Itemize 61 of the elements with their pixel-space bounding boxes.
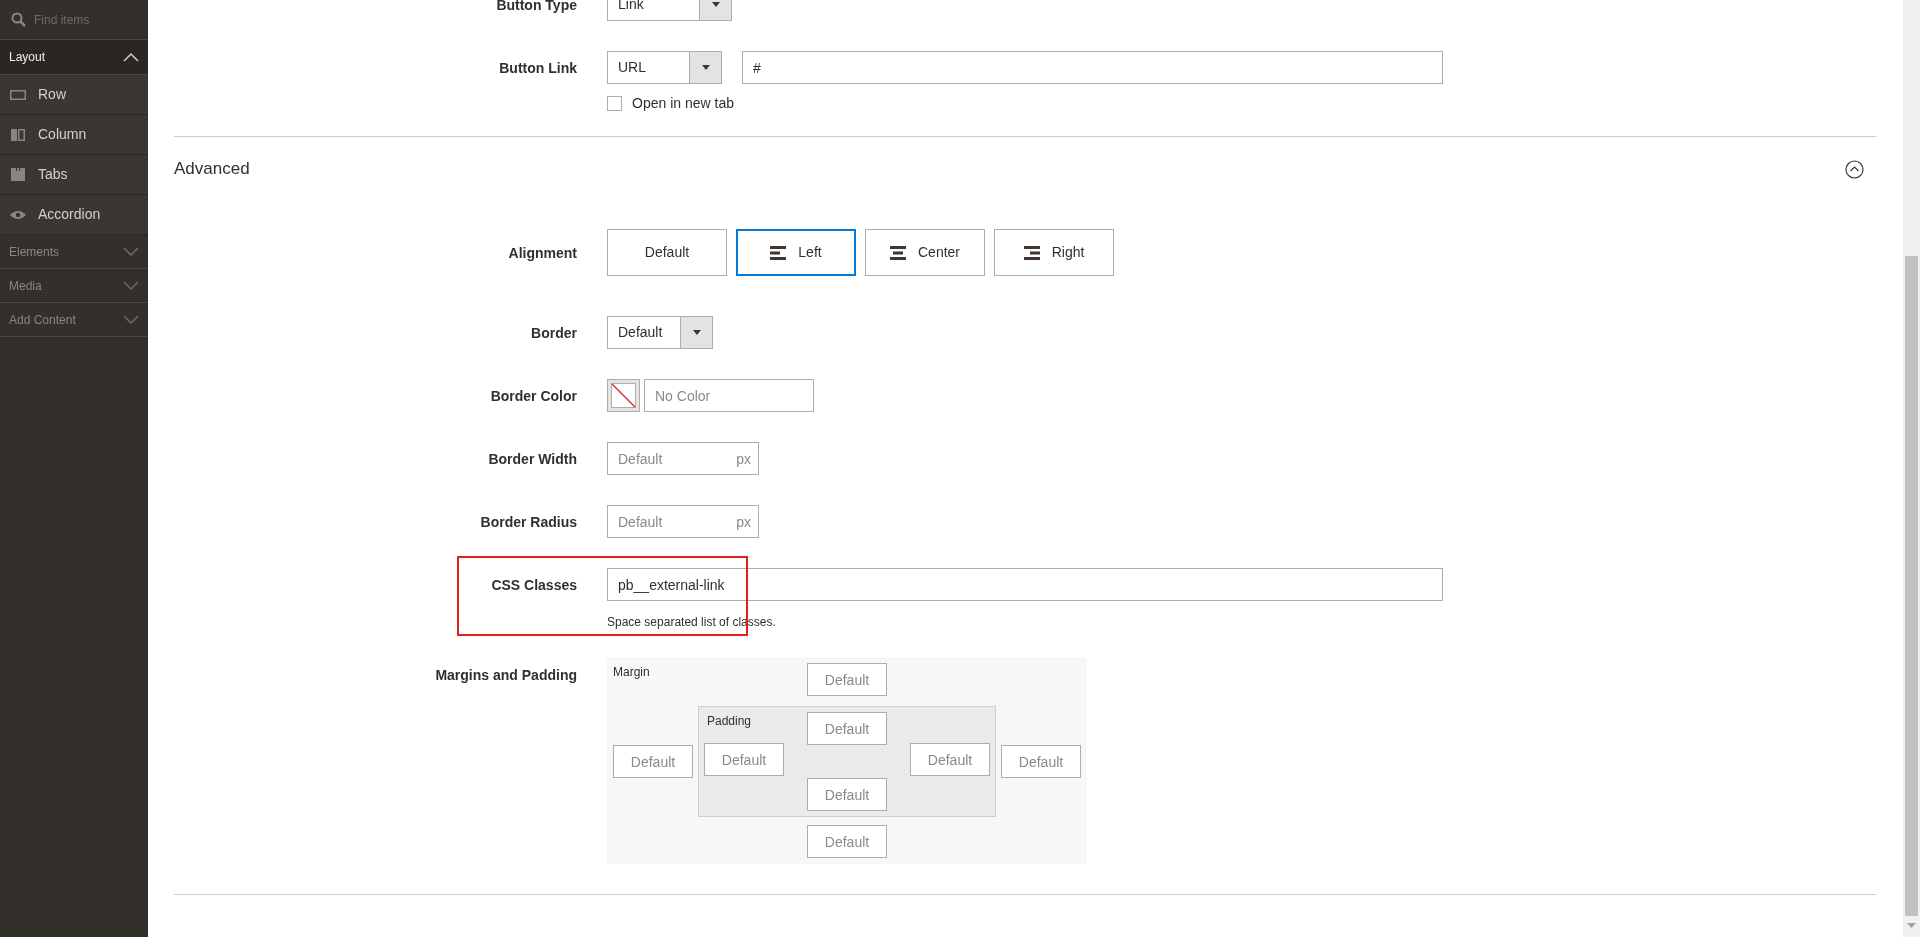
field-label: CSS Classes [491,576,577,593]
eye-icon [10,209,26,220]
chevron-down-icon [123,314,139,325]
field-label: Border Radius [480,513,577,530]
input-field[interactable]: Default [910,743,990,776]
sidebar-item[interactable]: Column [0,115,148,155]
margin-label: Margin [613,664,651,681]
unit-label: px [736,513,751,532]
sidebar-item[interactable]: Tabs [0,155,148,195]
scrollbar[interactable] [1903,0,1920,937]
input-field[interactable]: pb__external-link [607,568,1443,601]
section-title: Advanced [174,158,250,181]
input-field[interactable]: Default [613,745,693,778]
alignment-option[interactable]: Left [736,229,856,276]
sidebar-section-header[interactable]: Elements [0,235,148,269]
sidebar-section-header[interactable]: Add Content [0,303,148,337]
align-right-icon [1023,245,1040,260]
color-swatch[interactable] [607,379,640,412]
input-field[interactable]: Default [807,663,887,696]
select-dropdown[interactable]: URL [607,51,722,84]
caret-icon [711,2,720,7]
chevron-down-icon [123,280,139,291]
caret-icon [692,330,701,335]
padding-label: Padding [706,713,753,730]
input-field[interactable]: Default [1001,745,1081,778]
field-label: Alignment [508,245,577,261]
sidebar-section-header[interactable]: Layout [0,40,148,75]
field-label: Border Color [490,387,577,404]
checkbox[interactable] [607,96,622,111]
search-field[interactable]: Find items [34,10,134,29]
align-left-icon [770,245,787,260]
input-field[interactable]: Default [807,778,887,811]
input-field[interactable]: Default [807,825,887,858]
sidebar-item[interactable]: Row [0,75,148,115]
alignment-option[interactable]: Default [607,229,727,276]
input-field[interactable]: No Color [644,379,814,412]
field-label: Button Link [499,59,577,76]
rectangle-icon [10,89,26,100]
field-label: Border Width [488,450,577,467]
checkbox-label: Open in new tab [632,94,734,113]
alignment-option[interactable]: Center [865,229,985,276]
select-dropdown[interactable]: Default [607,316,713,349]
chevron-down-icon [123,246,139,257]
alignment-option[interactable]: Right [994,229,1114,276]
search-icon [11,12,26,27]
sidebar-item[interactable]: Accordion [0,195,148,235]
tabs-icon [11,168,25,181]
align-center-icon [890,245,906,260]
caret-icon [701,65,710,70]
input-field[interactable]: Default [704,743,784,776]
url-field[interactable]: # [742,51,1443,84]
chevron-up-icon [123,52,139,62]
input-field[interactable]: Default [807,712,887,745]
field-label: Button Type [496,0,577,13]
no-color-icon [611,383,636,408]
field-label: Margins and Padding [435,667,577,683]
collapse-icon[interactable] [1845,159,1864,179]
columns-icon [11,128,25,141]
unit-label: px [736,450,751,469]
sidebar-section-header[interactable]: Media [0,269,148,303]
field-label: Border [531,324,577,341]
